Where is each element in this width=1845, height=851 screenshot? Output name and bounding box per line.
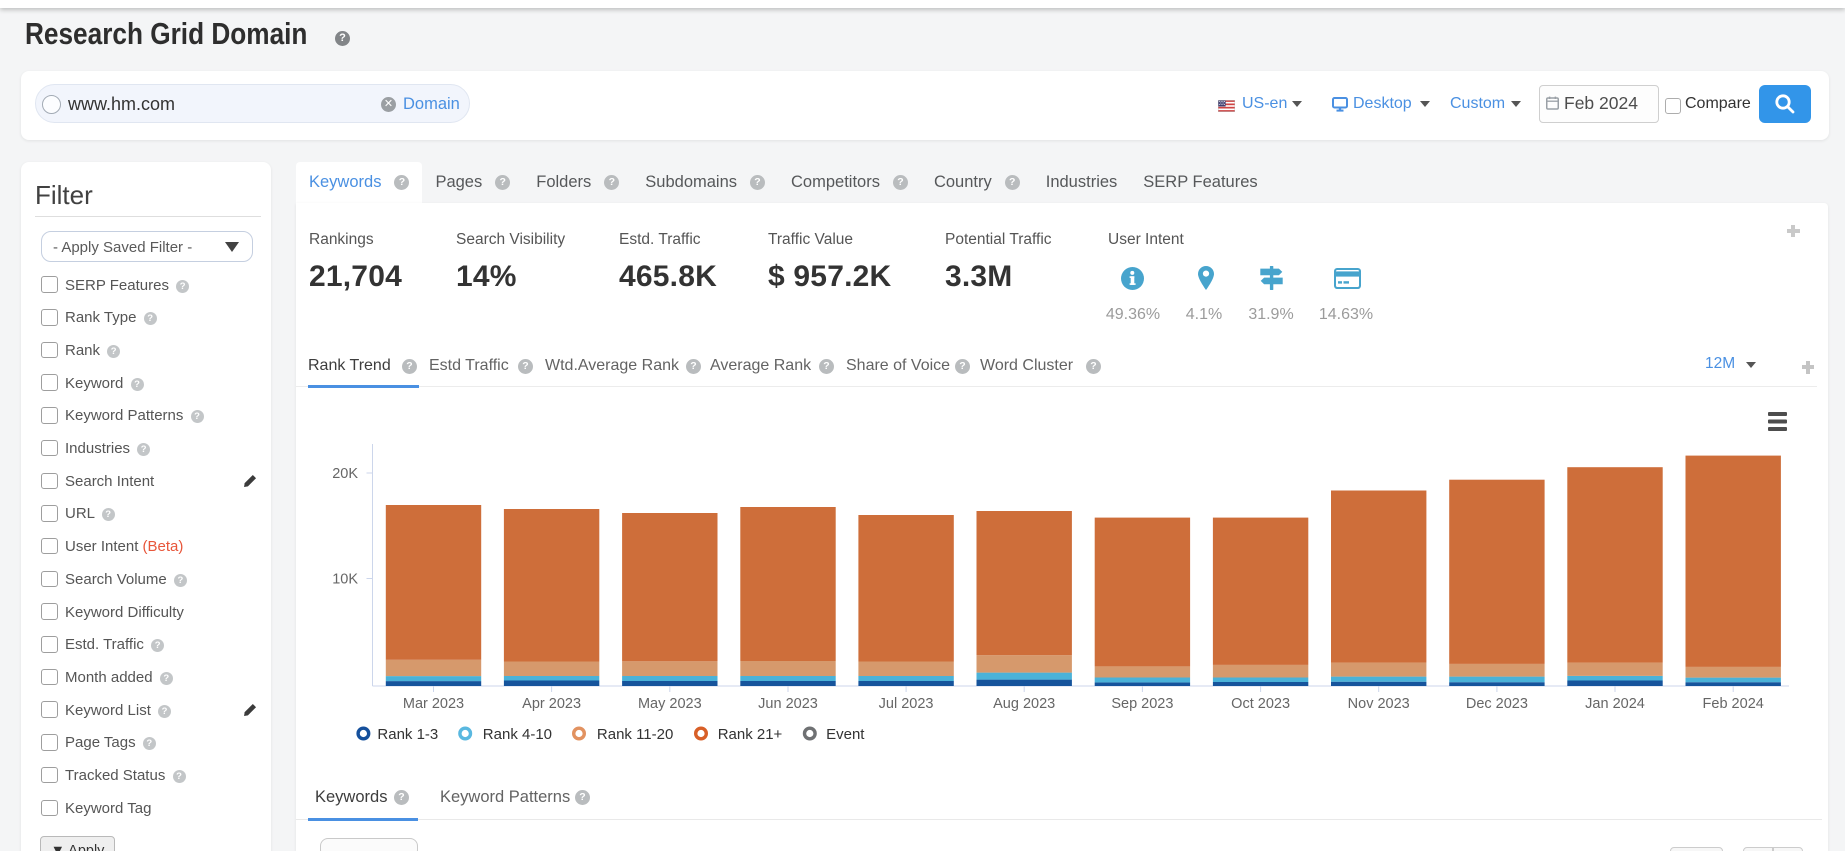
- svg-text:Rank 4-10: Rank 4-10: [483, 726, 552, 743]
- svg-text:Nov 2023: Nov 2023: [1348, 696, 1410, 712]
- svg-text:Feb 2024: Feb 2024: [1703, 696, 1764, 712]
- svg-text:Dec 2023: Dec 2023: [1466, 696, 1528, 712]
- svg-text:Apr 2023: Apr 2023: [522, 696, 581, 712]
- svg-text:Sep 2023: Sep 2023: [1111, 696, 1173, 712]
- svg-text:Jan 2024: Jan 2024: [1585, 696, 1645, 712]
- svg-text:Event: Event: [826, 726, 865, 743]
- svg-text:Jul 2023: Jul 2023: [879, 696, 934, 712]
- svg-text:Rank 11-20: Rank 11-20: [597, 726, 673, 743]
- svg-text:Aug 2023: Aug 2023: [993, 696, 1055, 712]
- svg-text:Mar 2023: Mar 2023: [403, 696, 464, 712]
- svg-text:10K: 10K: [332, 572, 358, 588]
- svg-text:Rank 1-3: Rank 1-3: [377, 726, 438, 743]
- svg-text:Jun 2023: Jun 2023: [758, 696, 818, 712]
- svg-text:Oct 2023: Oct 2023: [1231, 696, 1290, 712]
- svg-text:Rank 21+: Rank 21+: [718, 726, 783, 743]
- svg-text:May 2023: May 2023: [638, 696, 702, 712]
- svg-text:20K: 20K: [332, 466, 358, 482]
